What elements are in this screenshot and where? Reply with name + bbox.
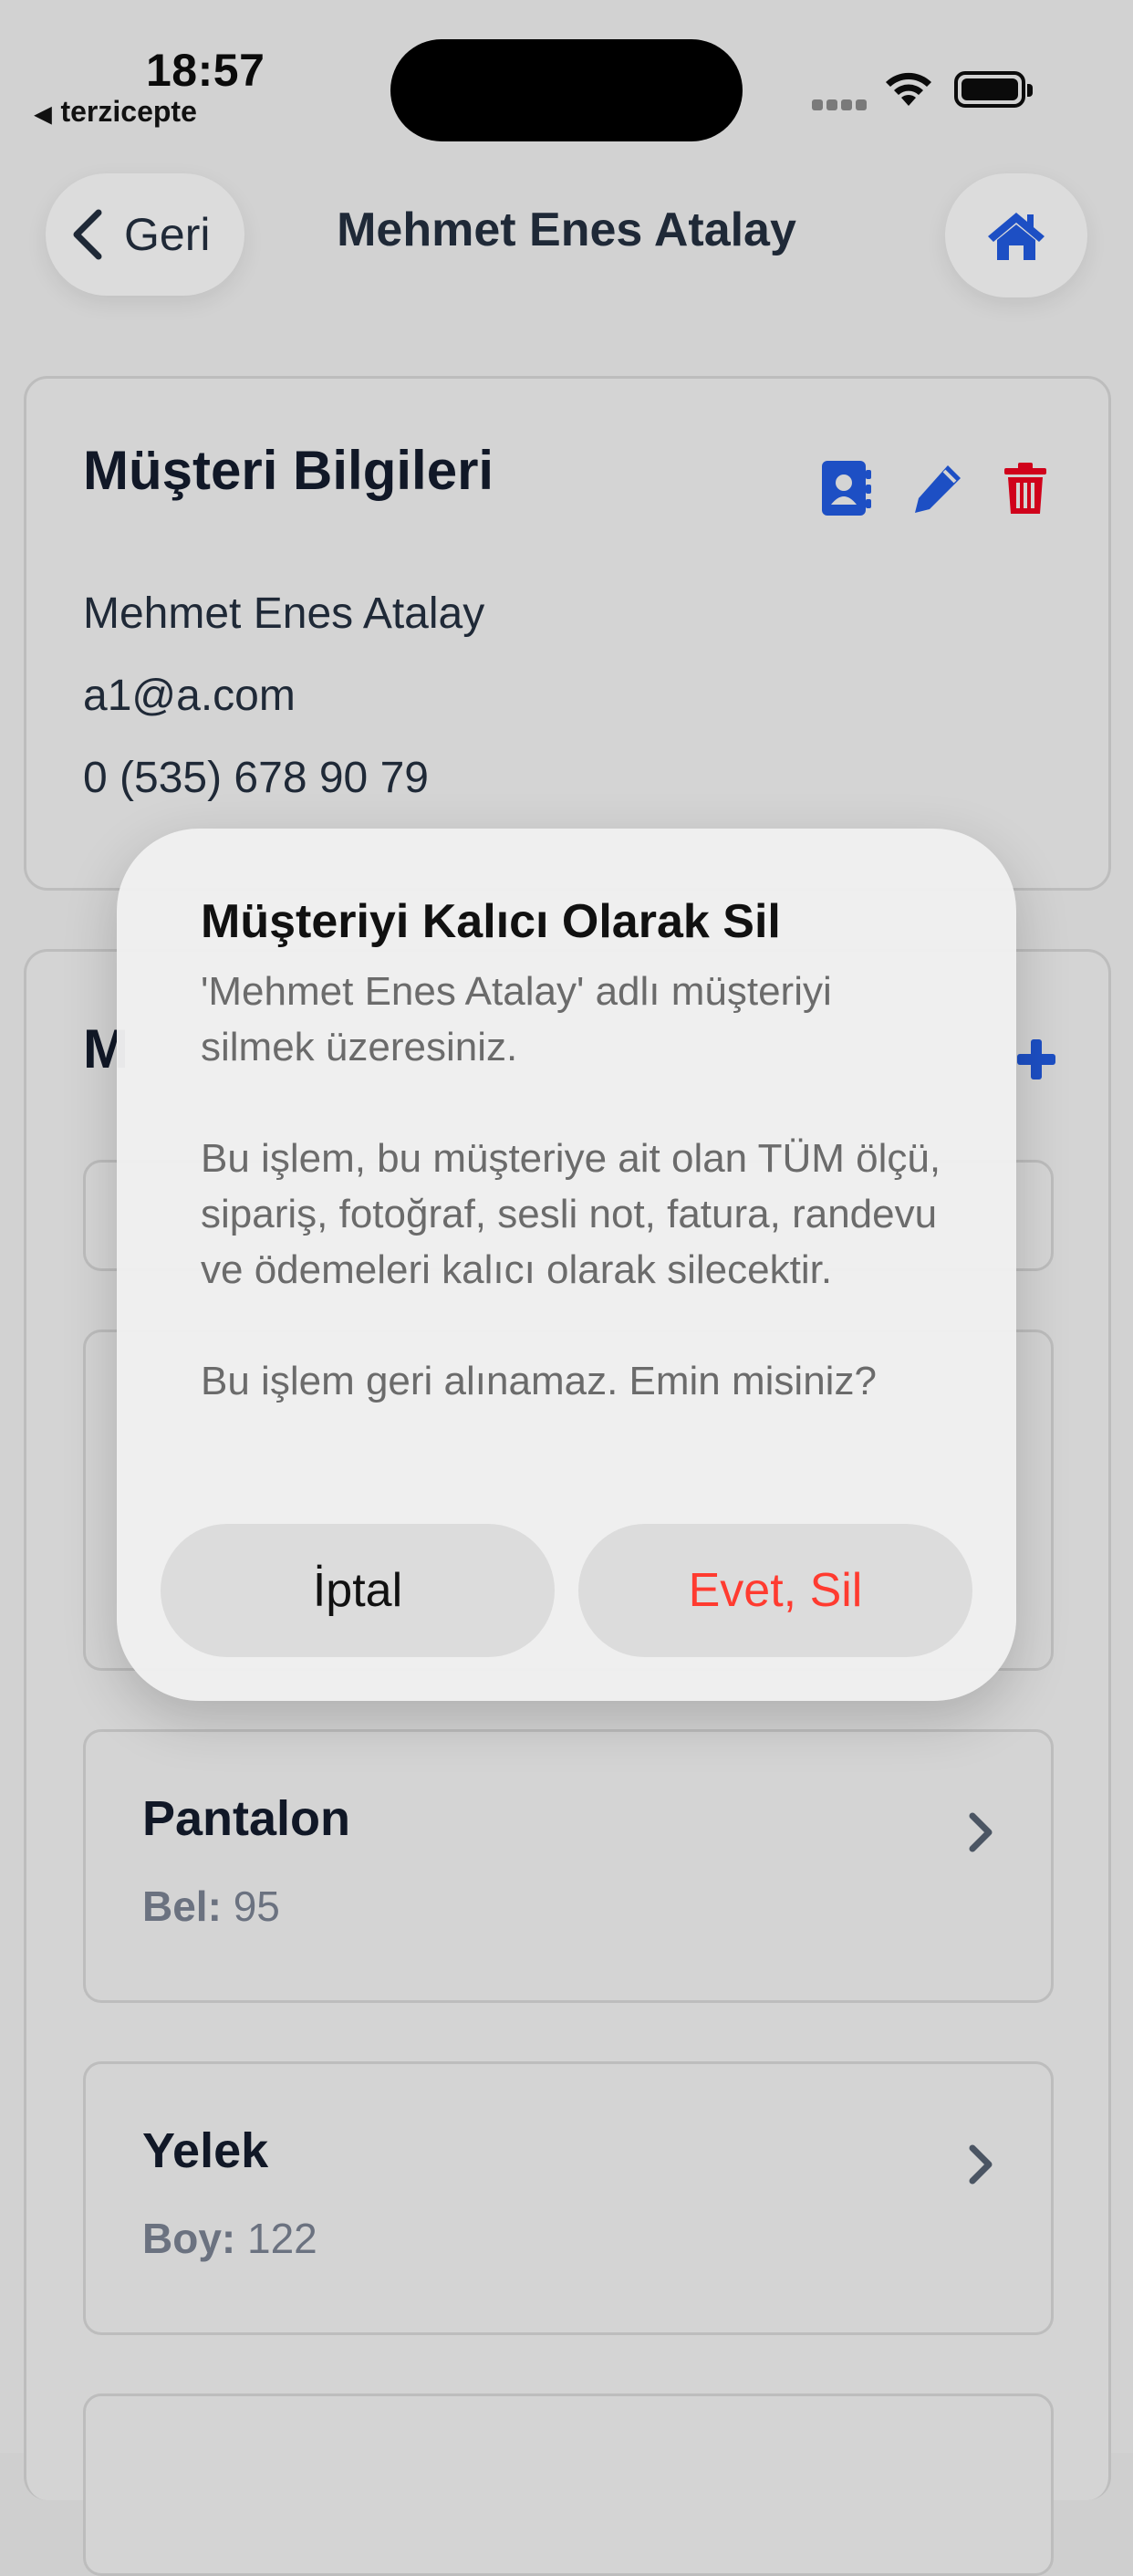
alert-message: 'Mehmet Enes Atalay' adlı müşteriyi silm… [201,969,941,1403]
customer-detail-screen: 18:57 ◀ terzicepte Geri Mehmet Enes Atala… [0,0,1133,2576]
confirm-delete-button[interactable]: Evet, Sil [578,1524,972,1657]
cancel-button[interactable]: İptal [161,1524,555,1657]
alert-title: Müşteriyi Kalıcı Olarak Sil [201,895,781,948]
delete-customer-alert: Müşteriyi Kalıcı Olarak Sil 'Mehmet Enes… [117,829,1016,1701]
